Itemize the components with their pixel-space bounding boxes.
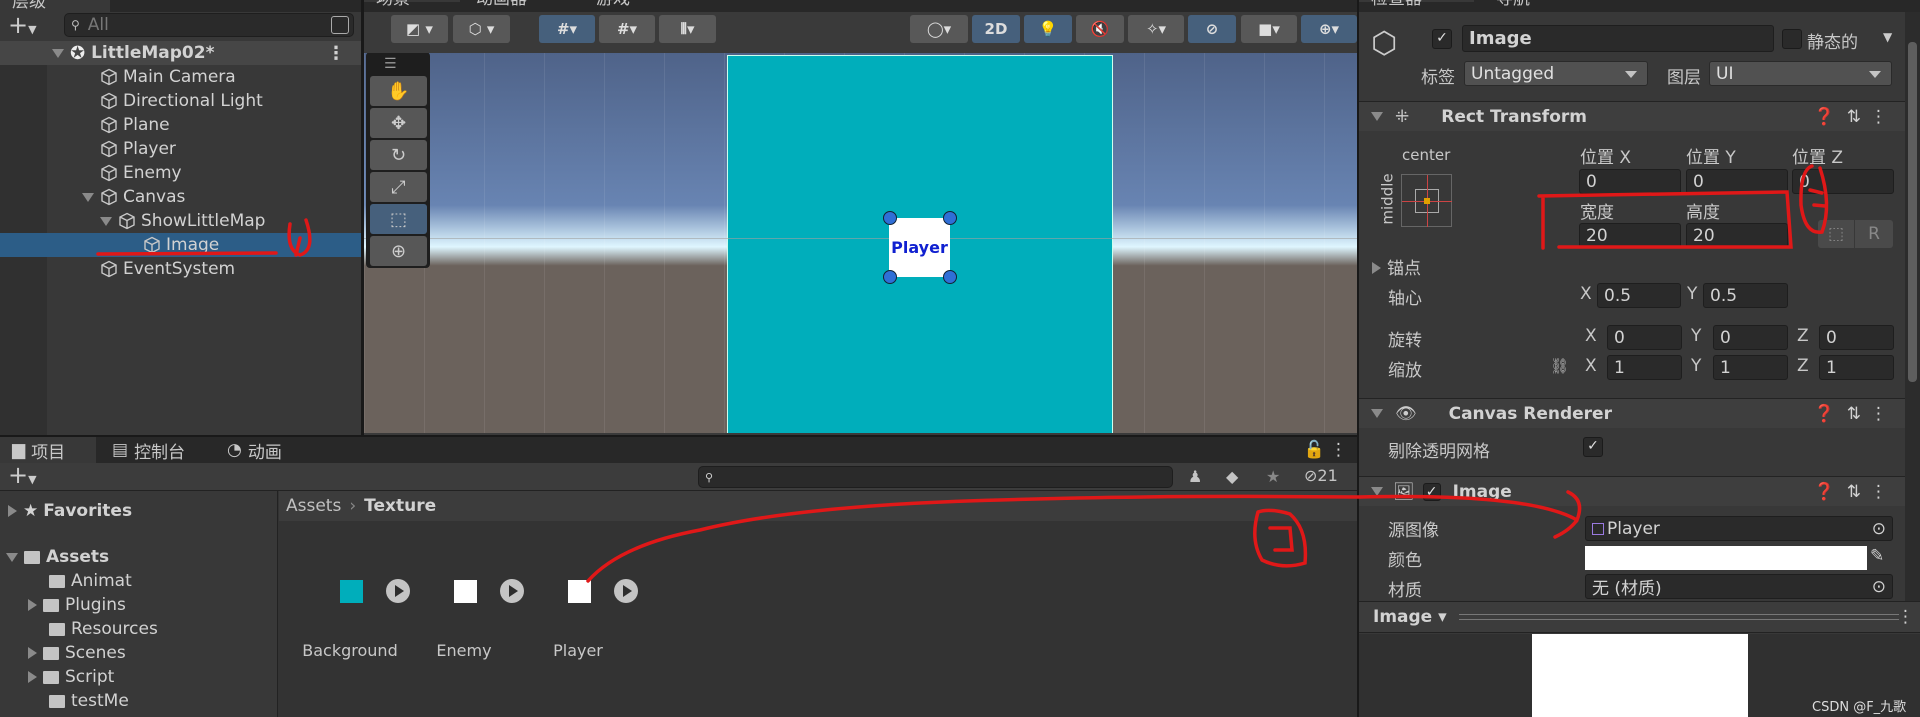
box-stroke bbox=[1537, 190, 1793, 250]
red-annotations bbox=[96, 164, 1829, 583]
underline-stroke bbox=[96, 251, 278, 256]
connector-stroke bbox=[586, 490, 1582, 583]
number-two-mark bbox=[1253, 508, 1308, 568]
number-one-mark bbox=[287, 218, 312, 257]
number-three-mark bbox=[1799, 164, 1829, 234]
